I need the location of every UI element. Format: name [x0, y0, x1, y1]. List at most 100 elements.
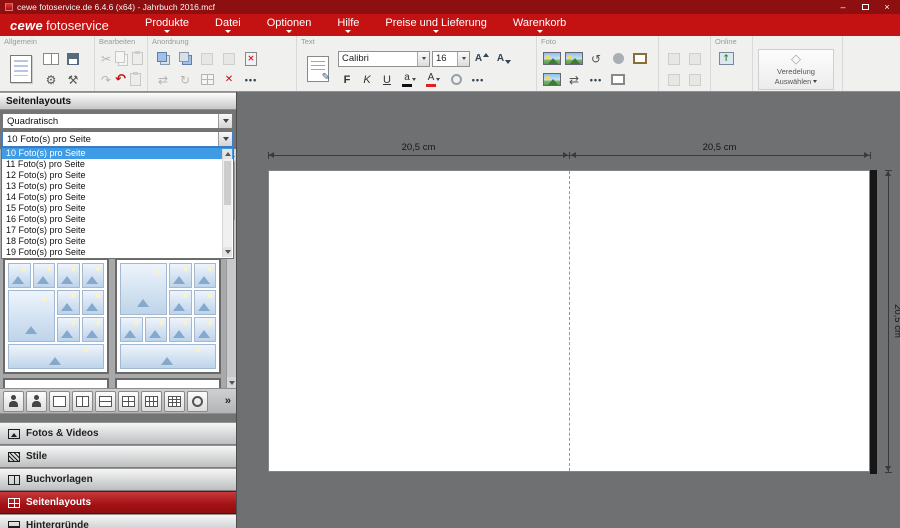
menu-item-warenkorb[interactable]: Warenkorb: [500, 17, 579, 33]
delete-page-button[interactable]: [241, 49, 261, 68]
menu-item-datei[interactable]: Datei: [202, 17, 254, 33]
layout-four-button[interactable]: [118, 391, 139, 412]
dropdown-button[interactable]: [457, 52, 469, 66]
scrollbar-thumb[interactable]: [224, 161, 231, 205]
format-select[interactable]: Quadratisch: [2, 113, 233, 129]
flip-button[interactable]: ⇄: [153, 70, 173, 89]
font-size-select[interactable]: 16: [432, 51, 470, 67]
border-button[interactable]: [630, 49, 650, 68]
shape-button[interactable]: [608, 49, 628, 68]
maximize-button[interactable]: [861, 2, 869, 12]
align-top-button[interactable]: [219, 49, 239, 68]
sidebar-item-buchvorlagen[interactable]: Buchvorlagen: [0, 468, 236, 491]
sidebar-item-hintergruende[interactable]: Hintergründe: [0, 514, 236, 528]
layout-count-select[interactable]: 10 Foto(s) pro Seite: [2, 131, 233, 147]
menu-item-preise-und-lieferung[interactable]: Preise und Lieferung: [372, 17, 500, 33]
page-right[interactable]: [569, 171, 869, 471]
bold-button[interactable]: F: [338, 71, 356, 89]
dropdown-button[interactable]: [218, 114, 232, 128]
underline-button[interactable]: U: [378, 71, 396, 89]
dropdown-option[interactable]: 14 Foto(s) pro Seite: [2, 192, 233, 203]
photo-more-button[interactable]: •••: [586, 70, 606, 89]
layout-thumbnail-partial[interactable]: [115, 378, 221, 388]
add-person-layout-button[interactable]: [3, 391, 24, 412]
dropdown-option[interactable]: 11 Foto(s) pro Seite: [2, 159, 233, 170]
arrange-more-button[interactable]: •••: [241, 70, 261, 89]
save-button[interactable]: [63, 49, 83, 68]
layout-two-horizontal-button[interactable]: [95, 391, 116, 412]
rotate-button[interactable]: ↻: [175, 70, 195, 89]
insert-text-button[interactable]: [302, 49, 334, 89]
cut-button[interactable]: ✂: [100, 49, 112, 68]
quickbar-more-button[interactable]: »: [225, 395, 233, 407]
undo-button[interactable]: ↷: [100, 70, 112, 89]
scroll-down-button[interactable]: [227, 377, 236, 388]
menu-item-produkte[interactable]: Produkte: [132, 17, 202, 33]
scroll-up-button[interactable]: [223, 149, 232, 159]
settings-button[interactable]: ⚙: [41, 70, 61, 89]
distribute-button[interactable]: [197, 70, 217, 89]
page-properties-button[interactable]: [5, 49, 37, 89]
person-layout-button[interactable]: [26, 391, 47, 412]
sidebar-item-fotos-videos[interactable]: Fotos & Videos: [0, 422, 236, 445]
frame-style-button[interactable]: [608, 70, 628, 89]
align-left-button[interactable]: [197, 49, 217, 68]
layout-single-button[interactable]: [49, 391, 70, 412]
tools-button[interactable]: ⚒: [63, 70, 83, 89]
veredelung-select-button[interactable]: ◇ Veredelung Auswählen: [758, 49, 834, 90]
menu-item-hilfe[interactable]: Hilfe: [324, 17, 372, 33]
text-more-button[interactable]: •••: [468, 70, 488, 89]
upload-button[interactable]: [716, 49, 736, 68]
dropdown-option[interactable]: 12 Foto(s) pro Seite: [2, 170, 233, 181]
swap-photos-button[interactable]: ⇄: [564, 70, 584, 89]
pages-overview-button[interactable]: [41, 49, 61, 68]
gear-icon: ⚙: [46, 74, 57, 86]
font-family-select[interactable]: Calibri: [338, 51, 430, 67]
send-to-back-button[interactable]: [175, 49, 195, 68]
font-decrease-button[interactable]: A: [494, 49, 514, 68]
scroll-down-button[interactable]: [223, 247, 232, 257]
layout-thumbnail[interactable]: [3, 258, 109, 374]
no-fill-button[interactable]: [446, 70, 466, 89]
remove-element-button[interactable]: ✕: [219, 70, 239, 89]
dropdown-option[interactable]: 19 Foto(s) pro Seite: [2, 247, 233, 258]
photo-effects-button[interactable]: [564, 49, 584, 68]
highlight-color-button[interactable]: A: [422, 70, 444, 89]
layout-circle-button[interactable]: [187, 391, 208, 412]
page-left[interactable]: [269, 171, 569, 471]
copy-button[interactable]: [114, 49, 129, 68]
photo-fill-button[interactable]: [542, 70, 562, 89]
photo-placeholder: [169, 317, 192, 342]
dropdown-scrollbar[interactable]: [222, 149, 232, 257]
insert-photo-button[interactable]: [542, 49, 562, 68]
menu-item-optionen[interactable]: Optionen: [254, 17, 325, 33]
dropdown-option[interactable]: 10 Foto(s) pro Seite: [2, 148, 233, 159]
dropdown-option[interactable]: 16 Foto(s) pro Seite: [2, 214, 233, 225]
dropdown-option[interactable]: 18 Foto(s) pro Seite: [2, 236, 233, 247]
paste-button[interactable]: [131, 49, 144, 68]
bring-to-front-icon: [157, 52, 170, 65]
rotate-photo-button[interactable]: ↺: [586, 49, 606, 68]
close-button[interactable]: ×: [883, 2, 891, 12]
font-increase-button[interactable]: A: [472, 49, 492, 68]
sidebar-item-stile[interactable]: Stile: [0, 445, 236, 468]
dropdown-option[interactable]: 15 Foto(s) pro Seite: [2, 203, 233, 214]
layout-two-vertical-button[interactable]: [72, 391, 93, 412]
dropdown-button[interactable]: [218, 132, 232, 146]
dropdown-option[interactable]: 17 Foto(s) pro Seite: [2, 225, 233, 236]
layout-nine-button[interactable]: [164, 391, 185, 412]
minimize-button[interactable]: –: [839, 2, 847, 12]
layout-thumbnail[interactable]: [115, 258, 221, 374]
dropdown-button[interactable]: [417, 52, 429, 66]
dropdown-option[interactable]: 13 Foto(s) pro Seite: [2, 181, 233, 192]
italic-button[interactable]: K: [358, 71, 376, 89]
text-color-button[interactable]: a: [398, 70, 420, 89]
placeholder-icon: [689, 53, 701, 65]
layout-thumbnail-partial[interactable]: [3, 378, 109, 388]
bring-to-front-button[interactable]: [153, 49, 173, 68]
layout-six-button[interactable]: [141, 391, 162, 412]
more-dots-icon: •••: [245, 75, 257, 85]
delete-button[interactable]: [129, 70, 142, 89]
sidebar-item-seitenlayouts[interactable]: Seitenlayouts: [0, 491, 236, 514]
redo-button[interactable]: ↶: [114, 70, 127, 89]
